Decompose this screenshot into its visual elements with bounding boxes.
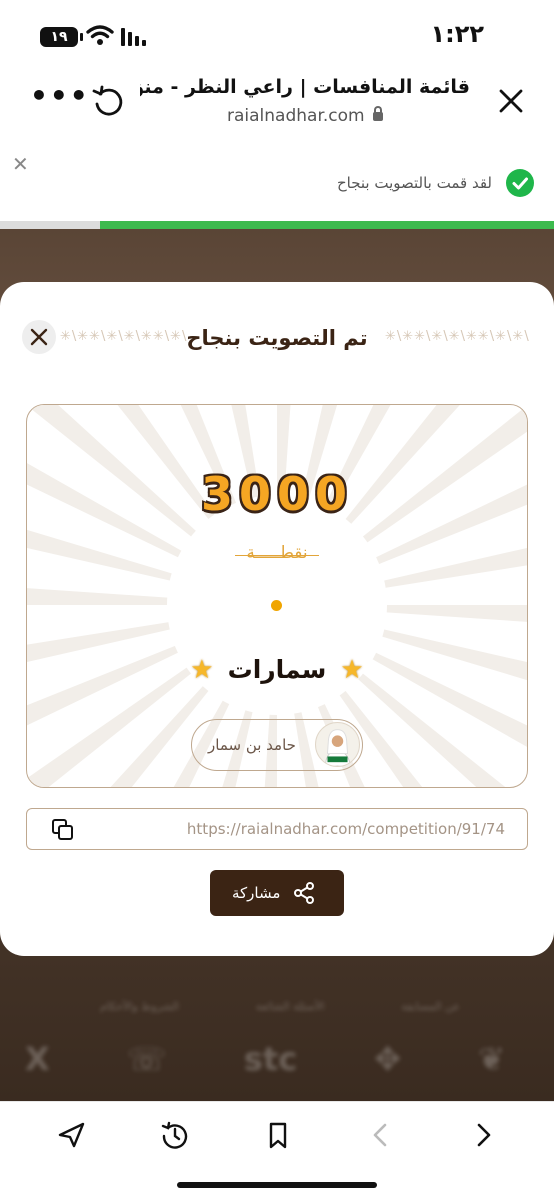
page-url[interactable]: raialnadhar.com [140, 106, 470, 126]
clock: ١:٢٢ [430, 20, 484, 48]
home-indicator [177, 1182, 377, 1188]
forward-icon[interactable] [468, 1120, 498, 1150]
stc-logo: stc [243, 1040, 298, 1078]
page-title: قائمة المنافسات | راعي النظر - منق... [140, 76, 470, 98]
owner-badge: حامد بن سمار [191, 719, 363, 771]
battery-icon: ١٩ [40, 27, 83, 47]
history-icon[interactable] [160, 1120, 190, 1150]
points-label: نقطـــــة [27, 543, 527, 563]
browser-toolbar [0, 1101, 554, 1200]
notification-progress [0, 221, 554, 229]
vote-notification: ✕ لقد قمت بالتصويت بنجاح [0, 140, 554, 220]
footer-link: عن المسابقة [401, 1000, 460, 1013]
share-icon [294, 882, 314, 904]
owner-name: حامد بن سمار [208, 736, 296, 754]
browser-header: ••• قائمة المنافسات | راعي النظر - منق..… [0, 62, 554, 140]
camel-logo: ❦ [478, 1040, 505, 1078]
copy-icon[interactable] [51, 818, 75, 842]
status-bar: ١٩ ١:٢٢ [0, 0, 554, 62]
notification-text: لقد قمت بالتصويت بنجاح [336, 174, 492, 192]
footer-logos: X ☏ stc ✥ ❦ [25, 1040, 505, 1078]
share-button[interactable]: مشاركة [210, 870, 344, 916]
divider-dot [271, 600, 282, 611]
signal-icon [121, 28, 146, 46]
share-label: مشاركة [232, 884, 281, 902]
more-icon[interactable]: ••• [30, 82, 90, 110]
footer-links: عن المسابقة الأسئلة الشائعة الشروط والأح… [100, 1000, 460, 1013]
back-icon[interactable] [366, 1120, 396, 1150]
close-icon[interactable]: ✕ [12, 152, 29, 176]
close-tab-icon[interactable] [496, 86, 526, 116]
footer-link: الأسئلة الشائعة [255, 1000, 325, 1013]
share-link-field[interactable]: https://raialnadhar.com/competition/91/7… [26, 808, 528, 850]
ornament: ✳\✳✳\✳\✳\✳✳\✳\✳\ [385, 329, 530, 344]
wifi-icon [86, 25, 114, 45]
vote-success-modal: ✳\✳✳\✳\✳\✳✳\✳\✳\ تم التصويت بنجاح ✳\✳✳\✳… [0, 282, 554, 956]
star-icon: ★ [340, 654, 364, 685]
bookmark-icon[interactable] [263, 1120, 293, 1150]
reload-icon[interactable] [90, 84, 126, 120]
emblem-logo: ✥ [374, 1040, 402, 1078]
star-icon: ★ [190, 654, 214, 685]
x-logo: X [25, 1040, 50, 1078]
contestant-row: ★ سمارات ★ [27, 655, 527, 684]
send-icon[interactable] [56, 1120, 86, 1150]
avatar [315, 722, 360, 767]
footer-link: الشروط والأحكام [100, 1000, 179, 1013]
notification-progress-fill [99, 221, 554, 229]
share-link-text: https://raialnadhar.com/competition/91/7… [186, 820, 505, 838]
whatsapp-logo: ☏ [126, 1040, 167, 1078]
points-value: 3000 [200, 467, 354, 521]
result-card: 3000 نقطـــــة ★ سمارات ★ حامد بن سمار [26, 404, 528, 788]
check-circle-icon [506, 169, 534, 197]
lock-icon [373, 106, 383, 121]
contestant-name: سمارات [227, 655, 327, 684]
